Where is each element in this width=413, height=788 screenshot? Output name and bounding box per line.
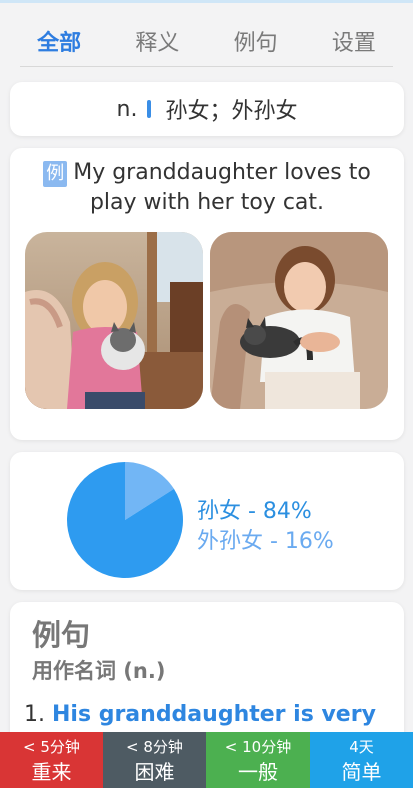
top-accent-line [0,0,413,3]
example-sentence-line: 例 My granddaughter loves to play with her… [28,158,386,218]
good-button[interactable]: < 10分钟 一般 [206,732,310,788]
sentence-item[interactable]: 1. His granddaughter is very [24,702,376,727]
usage-pie-chart [66,462,183,578]
usage-label-granddaughter: 孙女 - 84% [197,499,312,524]
review-button-bar: < 5分钟 重来 < 8分钟 困难 < 10分钟 一般 4天 简单 [0,732,413,788]
tab-all[interactable]: 全部 [31,21,87,61]
hard-button[interactable]: < 8分钟 困难 [103,732,206,788]
example-badge: 例 [43,161,68,187]
tab-definitions[interactable]: 释义 [129,21,185,61]
sentence-text: His granddaughter is very [52,702,376,727]
again-label: 重来 [31,760,72,784]
example-sentence: My granddaughter loves to play with her … [73,160,371,215]
tab-settings[interactable]: 设置 [326,21,382,61]
usage-label-maternal-granddaughter: 外孙女 - 16% [197,529,334,554]
tab-divider [20,66,393,67]
sentences-title: 例句 [32,618,91,652]
part-of-speech: n. [116,96,138,122]
example-card: 例 My granddaughter loves to play with her… [10,148,404,440]
easy-button[interactable]: 4天 简单 [310,732,413,788]
definition-meaning: 孙女；外孙女 [165,99,298,124]
girl-with-kitten-photo-1 [25,232,203,409]
sentence-number: 1. [24,702,45,727]
tab-examples[interactable]: 例句 [228,21,284,61]
hard-label: 困难 [134,760,175,784]
sentences-subtitle: 用作名词 (n.) [32,659,166,683]
again-button[interactable]: < 5分钟 重来 [0,732,103,788]
definition-separator [147,100,152,118]
sentences-card: 例句 用作名词 (n.) 1. His granddaughter is ver… [10,602,404,752]
good-label: 一般 [238,760,278,784]
good-time: < 10分钟 [224,738,292,756]
easy-label: 简单 [341,760,382,784]
again-time: < 5分钟 [23,738,80,756]
hard-time: < 8分钟 [126,738,183,756]
tab-bar: 全部 释义 例句 设置 [0,18,413,64]
easy-time: 4天 [349,738,374,756]
girl-with-kitten-photo-2 [210,232,388,409]
definition-card: n. 孙女；外孙女 [10,82,404,136]
